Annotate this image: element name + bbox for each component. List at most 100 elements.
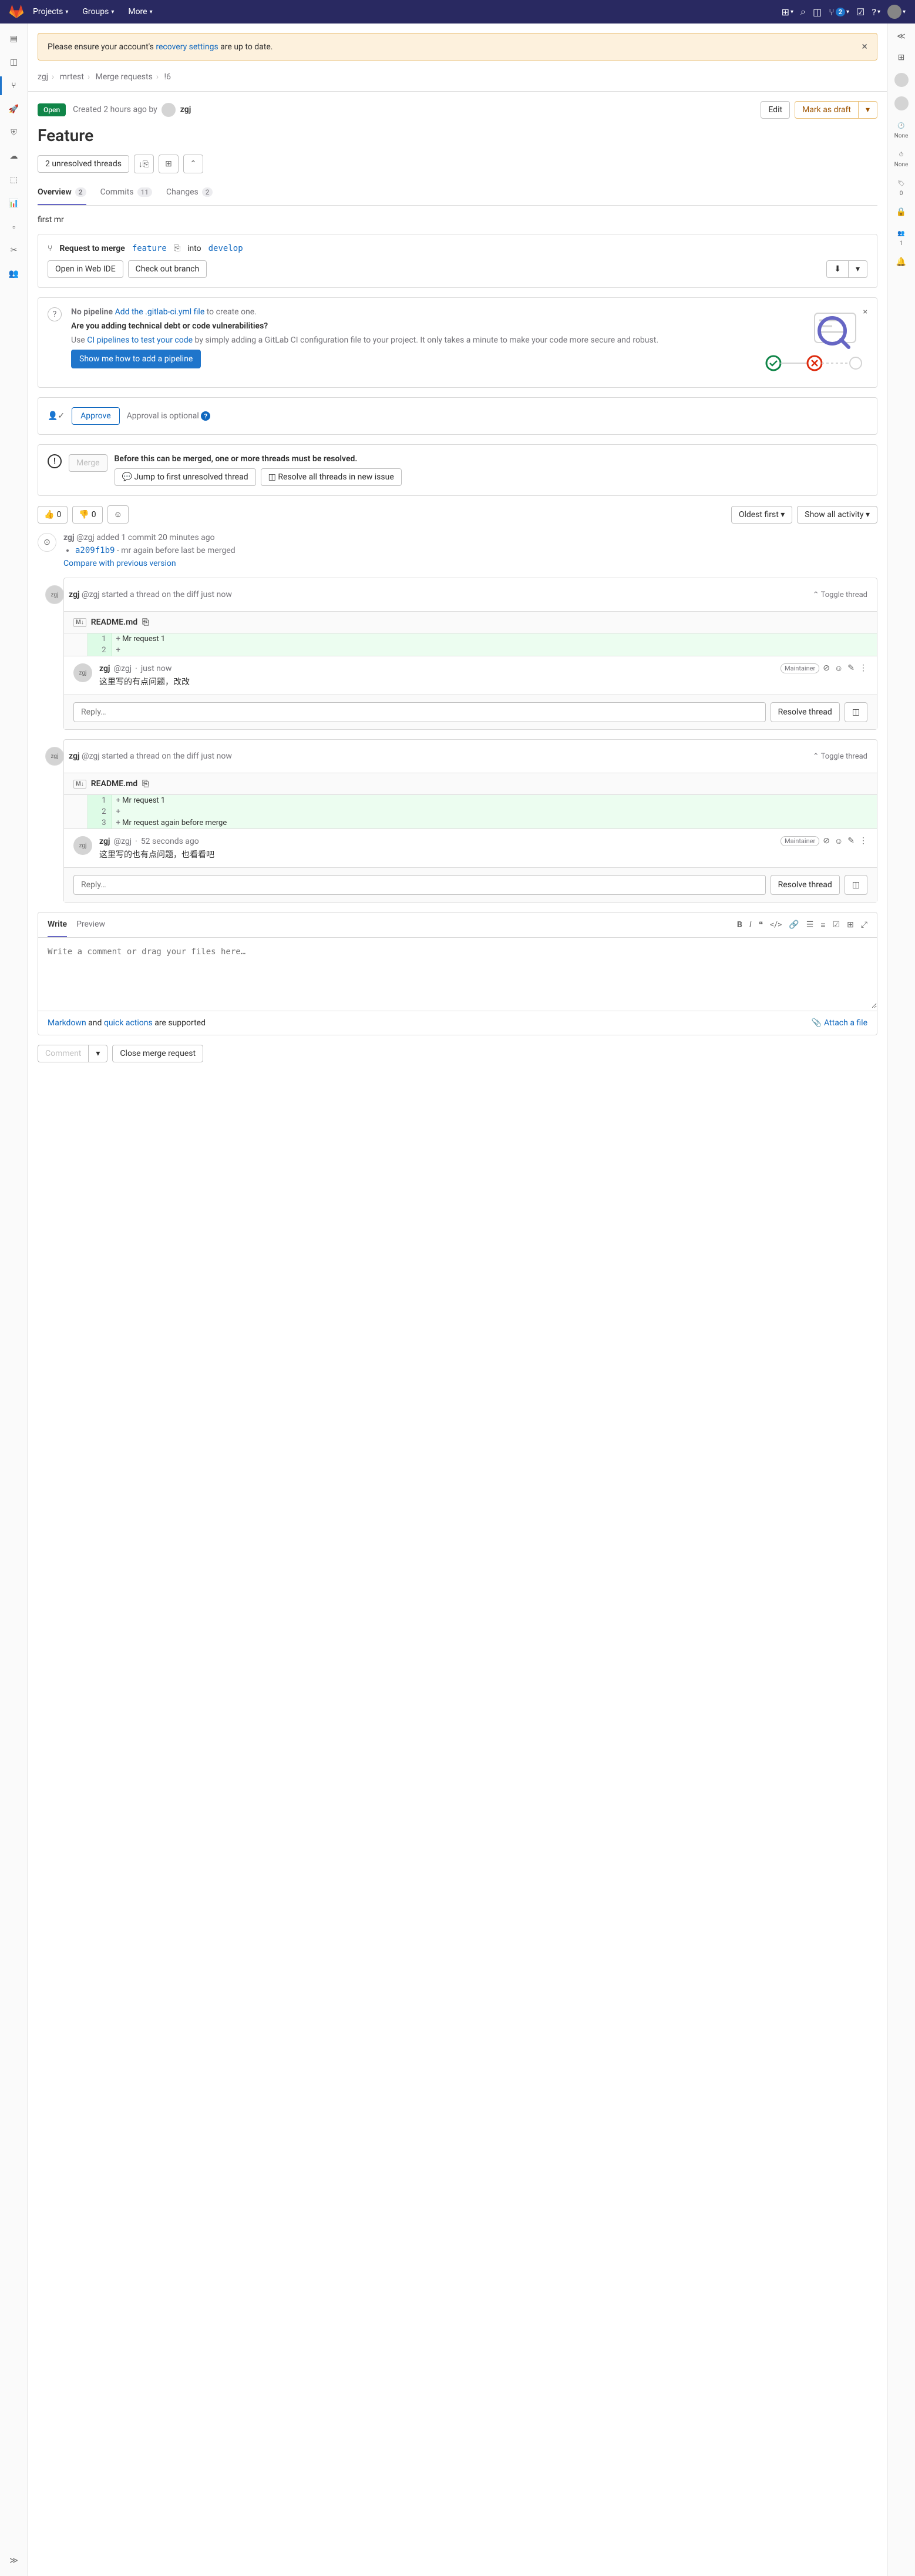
reply-input[interactable] <box>73 875 766 895</box>
gitlab-logo[interactable] <box>9 5 23 19</box>
thread-author-avatar[interactable]: zgj <box>45 747 64 766</box>
resolve-thread-button[interactable]: Resolve thread <box>771 702 840 722</box>
lock-icon[interactable]: 🔒 <box>896 206 907 218</box>
resolve-issue-button[interactable]: ◫ <box>845 702 867 722</box>
mr-options-dropdown[interactable]: ▾ <box>859 101 877 119</box>
reviewer-avatar[interactable] <box>894 96 909 110</box>
sort-dropdown[interactable]: Oldest first ▾ <box>731 506 792 524</box>
unresolved-threads-button[interactable]: 2 unresolved threads <box>38 155 129 173</box>
commit-sha-link[interactable]: a209f1b9 <box>75 546 115 555</box>
thread-author[interactable]: zgj <box>69 752 80 761</box>
repo-icon[interactable]: ◫ <box>8 56 20 68</box>
number-list-icon[interactable]: ≡ <box>820 920 825 930</box>
source-branch[interactable]: feature <box>132 244 167 253</box>
table-icon[interactable]: ⊞ <box>847 920 854 930</box>
comment-avatar[interactable]: zgj <box>73 836 92 855</box>
collapse-icon[interactable]: ≫ <box>8 2555 20 2567</box>
resolve-thread-button[interactable]: Resolve thread <box>771 875 840 895</box>
help-icon[interactable]: ? ▾ <box>872 6 880 18</box>
nav-projects[interactable]: Projects▾ <box>28 7 73 16</box>
plus-dropdown[interactable]: ⊞ ▾ <box>782 6 793 18</box>
tab-overview[interactable]: Overview2 <box>38 180 86 205</box>
tab-changes[interactable]: Changes2 <box>166 180 213 205</box>
close-alert-icon[interactable]: × <box>862 41 867 53</box>
members-icon[interactable]: 👥 <box>8 268 20 280</box>
quote-icon[interactable]: ❝ <box>759 920 763 930</box>
markdown-link[interactable]: Markdown <box>48 1018 86 1028</box>
resolve-issue-button[interactable]: ◫ <box>845 875 867 895</box>
resolve-all-button[interactable]: ◫ Resolve all threads in new issue <box>261 468 402 486</box>
packages-icon[interactable]: ⬚ <box>8 174 20 186</box>
web-ide-button[interactable]: Open in Web IDE <box>48 260 123 278</box>
attach-file-button[interactable]: 📎 Attach a file <box>812 1018 867 1028</box>
crumb-user[interactable]: zgj <box>38 72 48 82</box>
target-branch[interactable]: develop <box>208 244 243 253</box>
jump-unresolved-button[interactable]: 💬 Jump to first unresolved thread <box>115 468 256 486</box>
add-ci-file-link[interactable]: Add the .gitlab-ci.yml file <box>115 307 205 317</box>
security-icon[interactable]: ⛨ <box>8 127 20 139</box>
edit-icon[interactable]: ✎ <box>847 836 855 846</box>
copy-path-icon[interactable]: ⎘ <box>142 618 149 627</box>
expand-sidebar-icon[interactable]: ≪ <box>896 31 907 42</box>
tab-commits[interactable]: Commits11 <box>100 180 152 205</box>
author-avatar[interactable] <box>162 103 176 117</box>
bullet-list-icon[interactable]: ☰ <box>806 920 814 930</box>
analytics-icon[interactable]: 📊 <box>8 197 20 209</box>
write-tab[interactable]: Write <box>48 913 67 937</box>
add-pipeline-button[interactable]: Show me how to add a pipeline <box>71 350 201 368</box>
wiki-icon[interactable]: ▫ <box>8 221 20 233</box>
search-icon[interactable]: ⌕ <box>800 6 806 18</box>
resolve-issue-icon[interactable]: ⊞ <box>159 155 179 173</box>
thumbs-down-button[interactable]: 👎 0 <box>72 506 102 524</box>
notifications-icon[interactable]: 🔔 <box>896 256 907 268</box>
help-icon[interactable]: ? <box>201 411 210 421</box>
nav-groups[interactable]: Groups▾ <box>78 7 119 16</box>
more-icon[interactable]: ⋮ <box>859 663 867 673</box>
task-list-icon[interactable]: ☑ <box>833 920 840 930</box>
milestone-item[interactable]: 🕐None <box>894 120 909 139</box>
ops-icon[interactable]: ☁ <box>8 150 20 162</box>
ci-pipelines-link[interactable]: CI pipelines to test your code <box>87 336 193 345</box>
copy-source-icon[interactable]: ⎘ <box>174 244 180 253</box>
copy-path-icon[interactable]: ⎘ <box>142 779 149 789</box>
participants-item[interactable]: 👥1 <box>896 227 907 247</box>
jump-next-icon[interactable]: ↓⎘ <box>134 155 154 173</box>
close-mr-button[interactable]: Close merge request <box>112 1045 203 1062</box>
crumb-project[interactable]: mrtest <box>60 72 84 82</box>
italic-icon[interactable]: I <box>749 920 752 930</box>
mark-draft-button[interactable]: Mark as draft <box>795 101 859 119</box>
bold-icon[interactable]: B <box>737 920 742 930</box>
comment-avatar[interactable]: zgj <box>73 663 92 682</box>
emoji-icon[interactable]: ☺ <box>835 663 843 673</box>
collapse-icon[interactable]: ⌃ <box>183 155 203 173</box>
checkout-button[interactable]: Check out branch <box>128 260 207 278</box>
crumb-section[interactable]: Merge requests <box>96 72 153 82</box>
compare-link[interactable]: Compare with previous version <box>63 559 176 568</box>
comment-dropdown[interactable]: ▾ <box>89 1045 107 1062</box>
emoji-icon[interactable]: ☺ <box>835 836 843 846</box>
edit-button[interactable]: Edit <box>761 101 790 119</box>
thread-author[interactable]: zgj <box>69 590 80 599</box>
toggle-thread-button[interactable]: ⌃ Toggle thread <box>813 752 867 761</box>
more-icon[interactable]: ⋮ <box>859 836 867 846</box>
issues-icon[interactable]: ◫ <box>813 6 822 18</box>
thumbs-up-button[interactable]: 👍 0 <box>38 506 68 524</box>
merge-requests-icon[interactable]: ⑂ <box>8 80 20 92</box>
labels-item[interactable]: 🏷0 <box>896 177 907 197</box>
home-icon[interactable]: ▤ <box>8 33 20 45</box>
merge-requests-icon[interactable]: ⑂2▾ <box>829 6 849 18</box>
comment-textarea[interactable] <box>38 938 877 1008</box>
resolve-check-icon[interactable]: ⊘ <box>823 836 830 846</box>
approve-button[interactable]: Approve <box>72 407 119 425</box>
add-icon[interactable]: ⊞ <box>896 52 907 63</box>
assignee-avatar[interactable] <box>894 73 909 87</box>
recovery-link[interactable]: recovery settings <box>156 42 218 52</box>
link-icon[interactable]: 🔗 <box>789 920 799 930</box>
comment-author[interactable]: zgj <box>99 664 110 673</box>
user-menu[interactable]: ▾ <box>887 5 906 19</box>
comment-button[interactable]: Comment <box>38 1045 89 1062</box>
code-icon[interactable]: </> <box>770 920 782 930</box>
ci-icon[interactable]: 🚀 <box>8 103 20 115</box>
author-name[interactable]: zgj <box>180 105 191 115</box>
edit-icon[interactable]: ✎ <box>847 663 855 673</box>
